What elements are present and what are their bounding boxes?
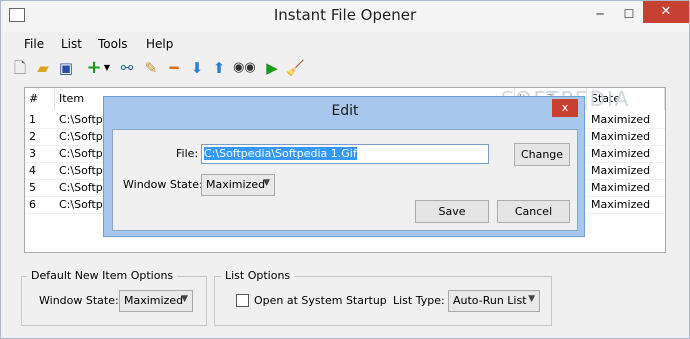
new-file-icon[interactable]: 🗋 — [11, 59, 29, 77]
edit-dialog: Edit x File: C:\Softpedia\Softpedia 1.Gi… — [103, 96, 585, 237]
minimize-button[interactable]: ─ — [585, 2, 615, 26]
list-type-select[interactable]: Auto-Run List ▼ — [448, 290, 540, 312]
edit-dialog-body: File: C:\Softpedia\Softpedia 1.Gif Chang… — [112, 129, 578, 231]
chevron-down-icon: ▼ — [263, 178, 270, 188]
close-button[interactable]: ✕ — [643, 1, 689, 23]
row-number: 3 — [29, 147, 36, 160]
change-button[interactable]: Change — [514, 143, 570, 166]
edit-dialog-title: Edit — [331, 103, 359, 119]
chevron-down-icon: ▼ — [181, 294, 188, 304]
window-state-label: Window State: — [39, 294, 119, 307]
dialog-window-state-value: Maximized — [206, 178, 266, 191]
open-folder-icon[interactable]: ▰ — [34, 59, 52, 77]
maximize-button[interactable]: ☐ — [614, 2, 644, 26]
default-window-state-select[interactable]: Maximized ▼ — [119, 290, 193, 312]
dialog-window-state-select[interactable]: Maximized ▼ — [201, 174, 275, 196]
menu-help[interactable]: Help — [146, 37, 173, 51]
move-up-icon[interactable]: ⬆ — [210, 59, 228, 77]
list-type-label: List Type: — [393, 294, 445, 307]
file-label: File: — [176, 147, 199, 160]
list-options-label: List Options — [221, 269, 295, 282]
col-header-number[interactable]: # — [25, 88, 55, 110]
row-number: 6 — [29, 198, 36, 211]
edit-pencil-icon[interactable]: ✎ — [142, 59, 160, 77]
default-window-state-value: Maximized — [124, 294, 184, 307]
remove-icon[interactable]: ━ — [165, 59, 183, 77]
menu-tools[interactable]: Tools — [98, 37, 128, 51]
file-path-input[interactable]: C:\Softpedia\Softpedia 1.Gif — [201, 144, 489, 164]
menu-list[interactable]: List — [61, 37, 82, 51]
row-number: 2 — [29, 130, 36, 143]
row-item: C:\Softpe — [59, 181, 110, 194]
row-number: 1 — [29, 113, 36, 126]
toolbar: 🗋 ▰ ▣ + ▼ ⚯ ✎ ━ ⬇ ⬆ ◉◉ ▶ 🧹 — [1, 56, 689, 84]
row-state: Maximized — [591, 113, 651, 126]
row-state: Maximized — [591, 147, 651, 160]
dialog-window-state-label: Window State: — [123, 178, 203, 191]
row-item: C:\Softpe — [59, 113, 110, 126]
row-state: Maximized — [591, 130, 651, 143]
row-item: C:\Softpe — [59, 198, 110, 211]
row-state: Maximized — [591, 164, 651, 177]
menu-bar: File List Tools Help — [1, 33, 689, 55]
find-binoculars-icon[interactable]: ◉◉ — [233, 59, 256, 77]
chevron-down-icon: ▼ — [528, 294, 535, 304]
save-button[interactable]: Save — [415, 200, 489, 223]
add-icon[interactable]: + — [85, 59, 103, 77]
row-item: C:\Softpe — [59, 164, 110, 177]
save-icon[interactable]: ▣ — [57, 59, 75, 77]
row-state: Maximized — [591, 181, 651, 194]
row-number: 4 — [29, 164, 36, 177]
link-icon[interactable]: ⚯ — [118, 59, 136, 77]
startup-checkbox[interactable] — [236, 294, 249, 307]
row-number: 5 — [29, 181, 36, 194]
cancel-button[interactable]: Cancel — [497, 200, 570, 223]
title-bar: Instant File Opener ─ ☐ ✕ — [1, 1, 689, 32]
dropdown-arrow-icon[interactable]: ▼ — [102, 59, 112, 77]
edit-dialog-close-button[interactable]: x — [552, 99, 578, 117]
row-state: Maximized — [591, 198, 651, 211]
run-play-icon[interactable]: ▶ — [263, 59, 281, 77]
move-down-icon[interactable]: ⬇ — [188, 59, 206, 77]
row-item: C:\Softpe — [59, 147, 110, 160]
row-item: C:\Softpe — [59, 130, 110, 143]
menu-file[interactable]: File — [24, 37, 44, 51]
list-type-value: Auto-Run List — [453, 294, 527, 307]
file-path-value: C:\Softpedia\Softpedia 1.Gif — [204, 147, 357, 160]
default-options-label: Default New Item Options — [27, 269, 178, 282]
clear-broom-icon[interactable]: 🧹 — [286, 59, 305, 77]
startup-label: Open at System Startup — [254, 294, 387, 307]
